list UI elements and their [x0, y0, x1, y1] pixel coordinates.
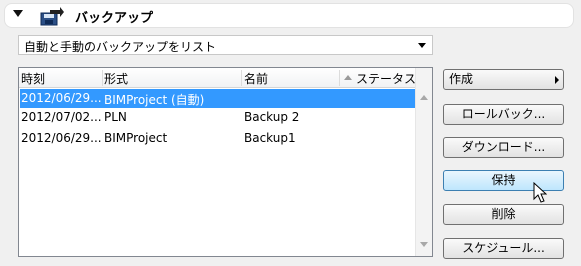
- backup-table[interactable]: 時刻 形式 名前 ステータス 2012/06/29... BIMProject …: [18, 67, 433, 257]
- cell-name: Backup 2: [244, 110, 300, 124]
- table-header: 時刻 形式 名前 ステータス: [19, 68, 416, 88]
- scroll-down-icon[interactable]: [420, 242, 428, 247]
- section-title: バックアップ: [75, 11, 154, 26]
- table-row[interactable]: 2012/06/29... BIMProject (自動): [20, 89, 415, 108]
- backup-icon: [40, 7, 64, 26]
- cell-time: 2012/07/02...: [21, 110, 102, 124]
- sort-ascending-icon: [344, 75, 352, 80]
- keep-button[interactable]: 保持: [443, 170, 564, 191]
- column-header-format[interactable]: 形式: [104, 70, 128, 87]
- column-divider: [102, 70, 103, 86]
- download-button[interactable]: ダウンロード...: [443, 137, 564, 158]
- create-button[interactable]: 作成: [443, 69, 564, 90]
- cell-format: BIMProject: [104, 131, 168, 145]
- cell-name: Backup1: [244, 131, 296, 145]
- rollback-button[interactable]: ロールバック...: [443, 104, 564, 125]
- chevron-down-icon: [418, 43, 426, 48]
- column-header-status[interactable]: ステータス: [356, 70, 416, 87]
- cell-format: BIMProject (自動): [104, 93, 205, 107]
- delete-button[interactable]: 削除: [443, 204, 564, 225]
- triangle-down-icon[interactable]: [13, 10, 23, 17]
- column-header-name[interactable]: 名前: [244, 70, 268, 87]
- cell-time: 2012/06/29...: [21, 131, 102, 145]
- scroll-up-icon[interactable]: [420, 95, 428, 100]
- column-header-time[interactable]: 時刻: [21, 70, 45, 87]
- vertical-scrollbar[interactable]: [415, 68, 432, 256]
- table-row[interactable]: 2012/07/02... PLN Backup 2: [20, 108, 415, 127]
- cell-format: PLN: [104, 110, 127, 124]
- create-button-label: 作成: [449, 72, 474, 86]
- column-divider: [339, 70, 340, 86]
- schedule-button[interactable]: スケジュール...: [443, 238, 564, 259]
- section-header[interactable]: バックアップ: [4, 3, 574, 28]
- backup-filter-dropdown[interactable]: 自動と手動のバックアップをリスト: [18, 35, 433, 55]
- column-divider: [241, 70, 242, 86]
- table-row[interactable]: 2012/06/29... BIMProject Backup1: [20, 129, 415, 148]
- chevron-right-icon: [555, 76, 559, 84]
- cell-time: 2012/06/29...: [21, 91, 102, 105]
- backup-filter-value: 自動と手動のバックアップをリスト: [24, 40, 217, 54]
